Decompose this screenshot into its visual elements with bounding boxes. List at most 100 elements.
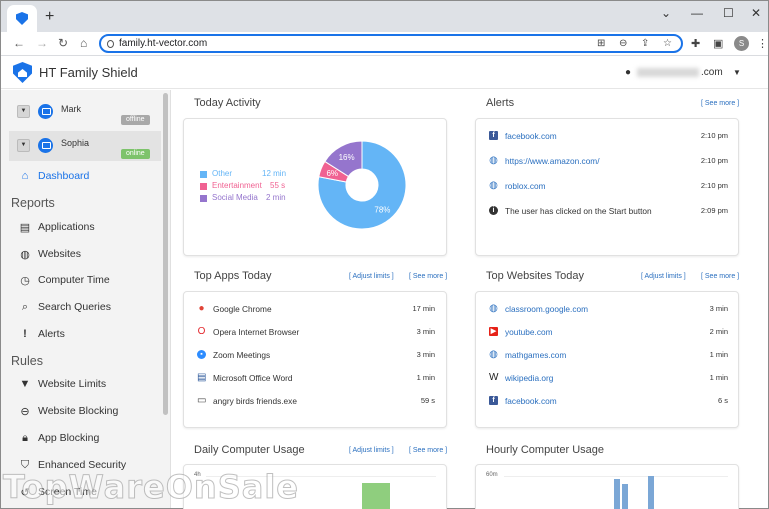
address-bar[interactable]: family.ht-vector.com ⊞ ⊖ ⇪ ☆	[99, 34, 683, 53]
daily-usage-see-more-link[interactable]: [ See more ]	[409, 447, 447, 454]
side-panel-icon[interactable]: ▣	[713, 37, 723, 50]
browser-tab-strip	[1, 1, 768, 32]
device-item-sophia[interactable]: ▼ Sophia online	[9, 131, 161, 161]
chevron-down-icon[interactable]: ▼	[733, 68, 741, 77]
top-apps-adjust-limits-link[interactable]: [ Adjust limits ]	[349, 273, 394, 280]
globe-icon: ◍	[489, 180, 498, 191]
globe-icon: ◍	[489, 349, 498, 360]
sidebar-item-websites[interactable]: ◍ Websites	[1, 243, 161, 265]
browser-tab[interactable]	[7, 5, 37, 32]
y-axis-tick: 60m	[486, 472, 498, 478]
share-icon[interactable]: ⇪	[641, 38, 649, 49]
site-link[interactable]: facebook.com	[505, 396, 557, 406]
sidebar-item-alerts[interactable]: ! Alerts	[1, 323, 161, 345]
sidebar-item-label: Website Blocking	[38, 405, 119, 417]
chevron-down-icon[interactable]: ▼	[17, 105, 30, 118]
top-websites-adjust-limits-link[interactable]: [ Adjust limits ]	[641, 273, 686, 280]
gridline	[504, 476, 728, 477]
top-apps-title: Top Apps Today	[194, 270, 272, 282]
minimize-button[interactable]: —	[691, 6, 703, 20]
top-websites-title: Top Websites Today	[486, 270, 585, 282]
site-link[interactable]: facebook.com	[505, 131, 557, 141]
daily-usage-adjust-limits-link[interactable]: [ Adjust limits ]	[349, 447, 394, 454]
close-window-button[interactable]: ✕	[751, 6, 761, 20]
top-apps-see-more-link[interactable]: [ See more ]	[409, 273, 447, 280]
today-activity-title: Today Activity	[194, 97, 261, 109]
daily-usage-bar	[362, 483, 390, 509]
row-time: 2:10 pm	[700, 181, 728, 190]
new-tab-button[interactable]: +	[45, 8, 54, 26]
legend-value: 12 min	[262, 169, 287, 178]
donut-slice-label: 6%	[326, 169, 338, 178]
bookmark-star-icon[interactable]: ☆	[663, 38, 672, 49]
user-email[interactable]: .com	[637, 67, 723, 78]
lock-icon[interactable]	[107, 40, 114, 48]
device-name: Sophia	[61, 138, 90, 148]
url-text[interactable]: family.ht-vector.com	[119, 38, 207, 49]
laptop-icon	[38, 104, 53, 119]
daily-usage-title: Daily Computer Usage	[194, 444, 305, 456]
alerts-see-more-link[interactable]: [ See more ]	[701, 100, 739, 107]
back-icon[interactable]: ←	[13, 36, 25, 50]
legend-swatch	[200, 171, 207, 178]
row-time: 17 min	[412, 304, 435, 313]
legend-swatch	[200, 183, 207, 190]
sidebar-item-label: Computer Time	[38, 274, 110, 286]
device-item-mark[interactable]: ▼ Mark offline	[9, 97, 161, 127]
app-title: HT Family Shield	[39, 65, 138, 80]
translate-icon[interactable]: ⊞	[597, 38, 605, 49]
sidebar-item-website-limits[interactable]: ▼ Website Limits	[1, 373, 161, 395]
legend-swatch	[200, 195, 207, 202]
donut-slice-label: 78%	[374, 206, 390, 215]
app-name: Google Chrome	[213, 304, 272, 314]
exclamation-icon: !	[23, 328, 27, 340]
site-link[interactable]: classroom.google.com	[505, 304, 588, 314]
site-link[interactable]: roblox.com	[505, 181, 546, 191]
word-icon: ▤	[197, 372, 207, 383]
device-name: Mark	[61, 104, 81, 114]
legend-label: Entertainment	[212, 181, 262, 190]
filter-icon: ▼	[19, 378, 31, 390]
row-time: 1 min	[709, 350, 728, 359]
chevron-down-icon[interactable]: ▼	[17, 139, 30, 152]
sidebar-item-computer-time[interactable]: ◷ Computer Time	[1, 269, 161, 291]
block-icon: ⊖	[20, 406, 30, 418]
site-link[interactable]: https://www.amazon.com/	[505, 156, 600, 166]
hourly-usage-bar	[614, 479, 620, 509]
hourly-usage-card: 60m	[475, 464, 739, 509]
globe-icon: ◍	[489, 155, 498, 166]
user-icon[interactable]: ●	[625, 67, 631, 78]
menu-kebab-icon[interactable]: ⋮	[757, 37, 768, 50]
extensions-icon[interactable]: ✚	[691, 37, 700, 50]
sidebar-item-dashboard[interactable]: ⌂ Dashboard	[1, 165, 161, 187]
globe-icon: ◍	[489, 303, 498, 314]
row-time: 3 min	[416, 350, 435, 359]
sidebar-item-label: Websites	[38, 248, 81, 260]
app-name: Opera Internet Browser	[213, 327, 300, 337]
site-link[interactable]: youtube.com	[505, 327, 553, 337]
app-name: Zoom Meetings	[213, 350, 271, 360]
legend-label: Other	[212, 169, 233, 178]
reload-icon[interactable]: ↻	[58, 36, 68, 50]
youtube-icon: ▶	[489, 327, 498, 336]
status-badge: offline	[121, 115, 150, 125]
maximize-button[interactable]: ☐	[723, 6, 734, 20]
sidebar-item-applications[interactable]: ▤ Applications	[1, 216, 161, 238]
today-activity-card: Other 12 min Entertainment 55 s Social M…	[183, 118, 447, 256]
sidebar-item-app-blocking[interactable]: 🔒︎ App Blocking	[1, 427, 161, 449]
sidebar-item-website-blocking[interactable]: ⊖ Website Blocking	[1, 400, 161, 422]
tab-search-icon[interactable]: ⌄	[661, 6, 671, 20]
donut-slice-label: 16%	[339, 153, 355, 162]
shield-icon	[16, 12, 28, 25]
home-icon[interactable]: ⌂	[80, 36, 87, 50]
sidebar-scrollbar[interactable]	[163, 93, 168, 415]
site-link[interactable]: mathgames.com	[505, 350, 566, 360]
site-link[interactable]: wikipedia.org	[505, 373, 553, 383]
forward-icon[interactable]: →	[36, 36, 48, 50]
zoom-icon[interactable]: ⊖	[619, 38, 627, 49]
top-websites-see-more-link[interactable]: [ See more ]	[701, 273, 739, 280]
opera-icon: O	[197, 326, 206, 337]
row-time: 3 min	[416, 327, 435, 336]
profile-avatar[interactable]: S	[734, 36, 749, 51]
sidebar-item-search-queries[interactable]: ⌕ Search Queries	[1, 296, 161, 318]
